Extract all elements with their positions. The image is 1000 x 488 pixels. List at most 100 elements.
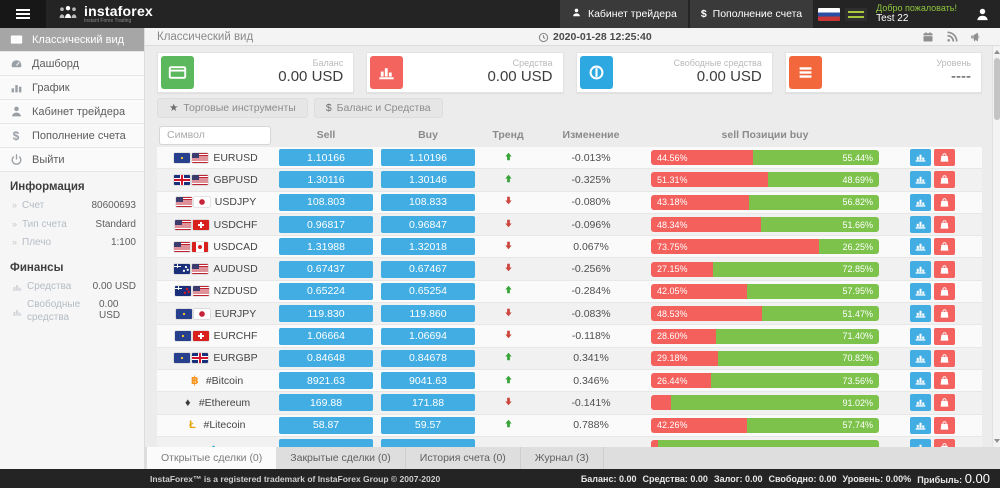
open-chart-button[interactable] [910,328,931,345]
sell-price-button[interactable]: 108.803 [279,194,373,211]
trade-button[interactable] [934,216,955,233]
rss-icon[interactable] [946,31,958,43]
trade-button[interactable] [934,261,955,278]
trade-button[interactable] [934,372,955,389]
deposit-button[interactable]: $ Пополнение счета [690,0,813,28]
language-russian-flag-icon[interactable] [818,8,840,21]
symbol-name: NZDUSD [214,285,258,297]
open-chart-button[interactable] [910,417,931,434]
open-chart-button[interactable] [910,305,931,322]
sell-price-button[interactable] [279,439,373,447]
open-chart-button[interactable] [910,238,931,255]
sell-price-button[interactable]: 58.87 [279,417,373,434]
trade-button[interactable] [934,328,955,345]
trade-button[interactable] [934,417,955,434]
sell-price-button[interactable]: 169.88 [279,394,373,411]
open-chart-button[interactable] [910,216,931,233]
symbol-cell: EURUSD [157,152,275,164]
tab-1[interactable]: Закрытые сделки (0) [276,447,405,469]
open-chart-button[interactable] [910,261,931,278]
symbol-filter-input[interactable] [159,126,271,145]
buy-price-button[interactable]: 108.833 [381,194,475,211]
calendar-icon[interactable] [922,31,934,43]
buy-price-button[interactable]: 1.10196 [381,149,475,166]
currency-pair-flags [174,264,208,274]
open-chart-button[interactable] [910,171,931,188]
flag-gb-icon [174,175,190,185]
sidebar-item-user[interactable]: Кабинет трейдера [0,100,144,124]
trade-button[interactable] [934,194,955,211]
megaphone-icon[interactable] [970,31,982,43]
tab-0[interactable]: Открытые сделки (0) [147,447,276,469]
language-secondary-flag-icon[interactable] [845,8,867,21]
sell-positions-segment: 43.18% [651,195,749,210]
col-sell: Sell [275,129,377,141]
vertical-scrollbar[interactable] [992,46,1000,447]
profile-icon[interactable] [965,0,1000,28]
trade-button[interactable] [934,305,955,322]
scrollbar-thumb[interactable] [994,58,1000,120]
trader-cabinet-button[interactable]: Кабинет трейдера [560,0,688,28]
info-rows: » Счет 80600693 » Тип счета Standard » П… [0,197,144,253]
buy-positions-segment: 71.40% [716,329,879,344]
sell-price-button[interactable]: 119.830 [279,305,373,322]
trade-button[interactable] [934,149,955,166]
open-chart-button[interactable] [910,194,931,211]
sidebar: Классический вид Дашборд График Кабинет … [0,28,145,469]
sell-price-button[interactable]: 0.65224 [279,283,373,300]
open-chart-button[interactable] [910,372,931,389]
info-value: 80600693 [92,200,137,213]
buy-price-button[interactable]: 0.84678 [381,350,475,367]
sidebar-item-dashboard[interactable]: Дашборд [0,52,144,76]
sidebar-item-power[interactable]: Выйти [0,148,144,172]
buy-price-button[interactable]: 1.30146 [381,171,475,188]
trade-button[interactable] [934,350,955,367]
open-chart-button[interactable] [910,149,931,166]
buy-price-button[interactable]: 119.860 [381,305,475,322]
sell-price-button[interactable]: 1.06664 [279,328,373,345]
sell-price-button[interactable]: 1.30116 [279,171,373,188]
tab-3[interactable]: Журнал (3) [521,447,604,469]
buy-price-button[interactable] [381,439,475,447]
sidebar-item-dollar[interactable]: $ Пополнение счета [0,124,144,148]
symbol-row: ♦#Ethereum 169.88 171.88 -0.141% 91.02% [157,392,982,414]
summary-card: Уровень ---- [785,52,982,93]
flag-us-icon [192,175,208,185]
buy-price-button[interactable]: 59.57 [381,417,475,434]
buy-price-button[interactable]: 171.88 [381,394,475,411]
trade-button[interactable] [934,283,955,300]
sell-price-button[interactable]: 0.96817 [279,216,373,233]
symbol-cell: NZDUSD [157,285,275,297]
change-value: -0.096% [537,219,645,231]
buy-price-button[interactable]: 0.96847 [381,216,475,233]
sell-price-button[interactable]: 0.84648 [279,350,373,367]
open-chart-button[interactable] [910,439,931,447]
open-chart-button[interactable] [910,283,931,300]
trade-button[interactable] [934,439,955,447]
buy-price-button[interactable]: 0.65254 [381,283,475,300]
scroll-up-arrow[interactable] [994,50,1000,54]
footer-stat: Баланс: 0.00 [581,474,637,484]
buy-price-button[interactable]: 1.06694 [381,328,475,345]
col-change: Изменение [537,129,645,141]
trade-button[interactable] [934,394,955,411]
open-chart-button[interactable] [910,394,931,411]
sell-price-button[interactable]: 1.31988 [279,238,373,255]
sidebar-item-chart[interactable]: График [0,76,144,100]
trading-instruments-button[interactable]: ★ Торговые инструменты [157,98,308,118]
tab-2[interactable]: История счета (0) [406,447,521,469]
buy-price-button[interactable]: 9041.63 [381,372,475,389]
sell-price-button[interactable]: 1.10166 [279,149,373,166]
balance-funds-button[interactable]: $ Баланс и Средства [314,98,443,118]
sell-price-button[interactable]: 0.67437 [279,261,373,278]
summary-card: Средства 0.00 USD [366,52,563,93]
open-chart-button[interactable] [910,350,931,367]
sidebar-item-classic-view[interactable]: Классический вид [0,28,144,52]
scroll-down-arrow[interactable] [994,439,1000,443]
trade-button[interactable] [934,238,955,255]
trade-button[interactable] [934,171,955,188]
menu-toggle-button[interactable] [0,0,46,28]
buy-price-button[interactable]: 1.32018 [381,238,475,255]
sell-price-button[interactable]: 8921.63 [279,372,373,389]
buy-price-button[interactable]: 0.67467 [381,261,475,278]
